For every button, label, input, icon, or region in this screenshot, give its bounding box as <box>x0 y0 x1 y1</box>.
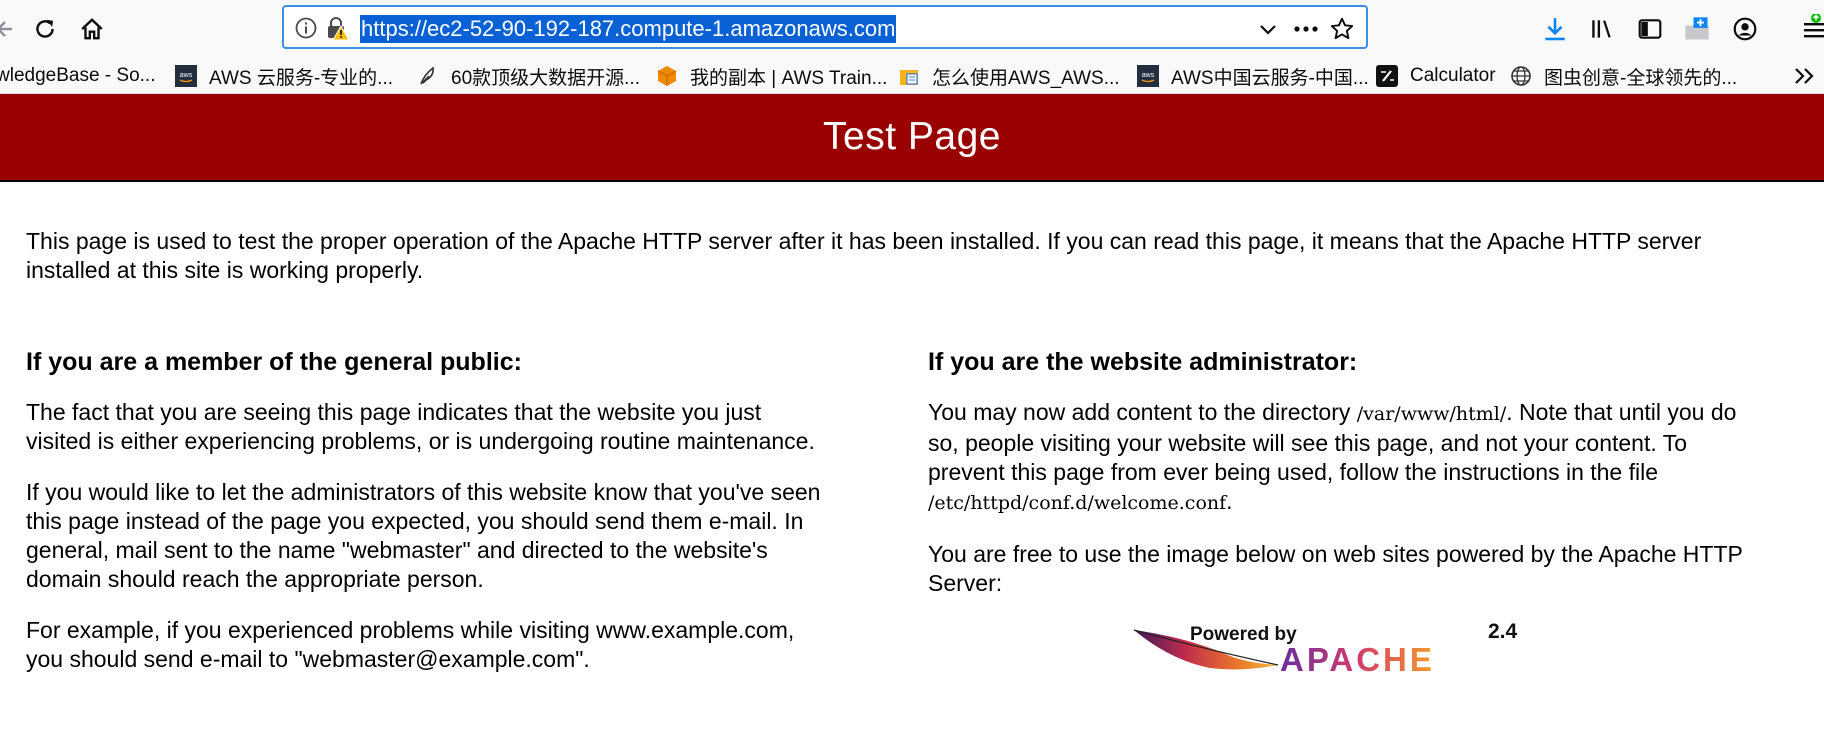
bookmark-label: wledgeBase - So... <box>0 65 156 86</box>
back-button[interactable] <box>0 12 20 46</box>
bookmark-item[interactable]: 我的副本 | AWS Train... <box>656 58 888 93</box>
browser-toolbar: https://ec2-52-90-192-187.compute-1.amaz… <box>0 0 1824 58</box>
admin-text: . <box>1226 488 1233 514</box>
admin-heading: If you are the website administrator: <box>928 348 1358 376</box>
url-text[interactable]: https://ec2-52-90-192-187.compute-1.amaz… <box>360 15 897 43</box>
downloads-button[interactable] <box>1538 12 1572 46</box>
url-bar[interactable]: https://ec2-52-90-192-187.compute-1.amaz… <box>282 5 1368 49</box>
bookmark-item[interactable]: aws AWS中国云服务-中国... <box>1137 58 1369 93</box>
public-heading: If you are a member of the general publi… <box>26 348 522 376</box>
bookmark-item[interactable]: wledgeBase - So... <box>0 58 156 93</box>
reload-button[interactable] <box>28 12 62 46</box>
page-actions-button[interactable] <box>1292 15 1320 43</box>
powered-by-apache-logo: Powered by 2.4 APACHE <box>1133 620 1518 676</box>
back-icon <box>0 21 12 37</box>
account-icon <box>1733 17 1757 41</box>
content-directory-path: /var/www/html/ <box>1356 403 1507 425</box>
insecure-lock-icon[interactable] <box>324 15 350 41</box>
public-paragraph: For example, if you experienced problems… <box>26 617 795 672</box>
bookmark-label: 我的副本 | AWS Train... <box>690 67 888 89</box>
bookmark-item[interactable]: 60款顶级大数据开源... <box>417 58 640 93</box>
library-button[interactable] <box>1585 12 1619 46</box>
reload-icon <box>36 19 54 38</box>
bookmark-item[interactable]: aws AWS 云服务-专业的... <box>175 58 394 93</box>
download-icon <box>1545 18 1565 41</box>
page-banner: Test Page <box>0 94 1824 182</box>
home-icon <box>81 18 103 40</box>
logo-apache-text: APACHE <box>1280 641 1435 676</box>
bookmark-label: AWS 云服务-专业的... <box>209 67 394 89</box>
bookmark-label: AWS中国云服务-中国... <box>1171 67 1369 89</box>
bookmark-label: Calculator <box>1410 65 1496 86</box>
screenshot-icon <box>1685 17 1709 40</box>
bookmarks-bar: wledgeBase - So... aws AWS 云服务-专业的... 60… <box>0 58 1824 94</box>
admin-paragraph: You may now add content to the directory… <box>928 398 1748 518</box>
bookmark-star-icon <box>1330 17 1354 40</box>
menu-button[interactable] <box>1792 12 1824 46</box>
page-title: Test Page <box>823 115 1001 158</box>
cube-icon <box>657 66 677 86</box>
admin-text: You may now add content to the directory <box>928 399 1357 425</box>
svg-text:aws: aws <box>180 72 193 79</box>
bookmark-star-button[interactable] <box>1328 15 1356 43</box>
public-section: If you are a member of the general publi… <box>26 346 826 696</box>
admin-paragraph: You are free to use the image below on w… <box>928 541 1743 596</box>
admin-section: If you are the website administrator: Yo… <box>928 346 1748 620</box>
menu-icon <box>1804 14 1824 38</box>
aws-icon: aws <box>1137 65 1159 87</box>
sidebar-button[interactable] <box>1633 12 1667 46</box>
bookmark-item[interactable]: 图虫创意-全球领先的... <box>1510 58 1738 93</box>
screenshot-button[interactable] <box>1680 12 1714 46</box>
welcome-conf-path: /etc/httpd/conf.d/welcome.conf <box>928 492 1227 514</box>
intro-text: This page is used to test the proper ope… <box>26 228 1702 283</box>
bookmark-label: 60款顶级大数据开源... <box>451 67 640 89</box>
svg-text:aws: aws <box>1142 72 1155 79</box>
feather-icon <box>420 66 434 85</box>
sidebar-icon <box>1638 19 1662 39</box>
url-dropdown-button[interactable] <box>1254 15 1282 43</box>
public-paragraph: The fact that you are seeing this page i… <box>26 399 815 454</box>
bookmark-label: 图虫创意-全球领先的... <box>1544 67 1738 89</box>
bookmark-item[interactable]: Calculator <box>1376 58 1496 93</box>
bookmark-label: 怎么使用AWS_AWS... <box>932 67 1120 89</box>
calculator-icon <box>1376 65 1398 87</box>
logo-version: 2.4 <box>1488 620 1518 643</box>
more-bookmarks-chevron-icon[interactable] <box>1790 64 1820 88</box>
globe-icon <box>1511 66 1531 86</box>
more-dots-icon <box>1294 26 1318 32</box>
info-icon[interactable] <box>294 16 318 40</box>
aws-icon: aws <box>175 65 197 87</box>
public-paragraph: If you would like to let the administrat… <box>26 479 821 592</box>
box-icon <box>900 70 918 85</box>
library-icon <box>1592 20 1611 38</box>
dropdown-chevron-icon <box>1260 25 1276 35</box>
home-button[interactable] <box>75 12 109 46</box>
bookmark-item[interactable]: 怎么使用AWS_AWS... <box>898 58 1120 93</box>
account-button[interactable] <box>1728 12 1762 46</box>
